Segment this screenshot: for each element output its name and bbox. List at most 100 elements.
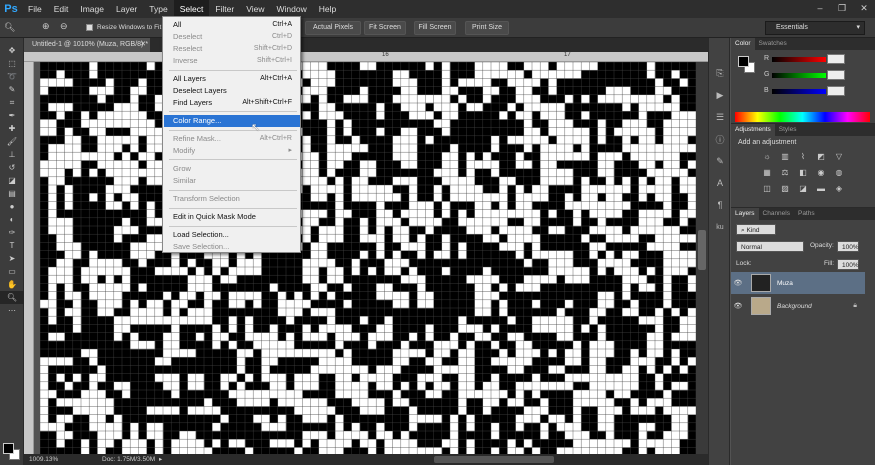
brush-presets-icon[interactable]: ✎ — [709, 150, 731, 172]
menu-item-deselect[interactable]: Deselect Ctrl+D — [164, 31, 300, 43]
fill-screen-button[interactable]: Fill Screen — [414, 21, 456, 35]
fg-color-chip[interactable] — [738, 56, 749, 67]
menu-item-modify[interactable]: Modify ▸ — [164, 145, 300, 157]
marquee-tool-icon[interactable]: ⬚ — [0, 57, 24, 70]
properties-icon[interactable]: ☰ — [709, 106, 731, 128]
paragraph-icon[interactable]: ¶ — [709, 194, 731, 216]
clone-stamp-tool-icon[interactable]: ⊥ — [0, 148, 24, 161]
menu-image[interactable]: Image — [74, 0, 110, 18]
menu-item-load-selection[interactable]: Load Selection... — [164, 229, 300, 241]
swatches-tab[interactable]: Swatches — [755, 38, 791, 50]
vibrance-icon[interactable]: ▽ — [833, 150, 845, 162]
layers-tab[interactable]: Layers — [731, 208, 759, 220]
history-icon[interactable]: ⎘ — [709, 62, 731, 84]
adjustments-tab[interactable]: Adjustments — [731, 124, 775, 136]
menu-item-all[interactable]: All Ctrl+A — [164, 19, 300, 31]
menu-item-edit-in-quick-mask-mode[interactable]: Edit in Quick Mask Mode — [164, 211, 300, 223]
scrollbar-thumb[interactable] — [698, 230, 706, 270]
info-icon[interactable]: ⓘ — [709, 128, 731, 150]
close-icon[interactable]: ✕ — [853, 0, 875, 16]
document-tab[interactable]: Untitled-1 @ 1010% (Muza, RGB/8) * ✕ — [24, 38, 150, 52]
red-value[interactable] — [827, 54, 845, 64]
menu-item-deselect-layers[interactable]: Deselect Layers — [164, 85, 300, 97]
layer-name-muza[interactable]: Muza — [777, 280, 793, 287]
zoom-level[interactable]: 1009.13% — [29, 456, 58, 463]
green-slider[interactable] — [772, 73, 826, 78]
blend-mode-select[interactable]: Normal — [736, 241, 804, 252]
actual-pixels-button[interactable]: Actual Pixels — [305, 21, 361, 35]
status-arrow-icon[interactable]: ▸ — [159, 455, 162, 463]
vertical-scrollbar[interactable] — [696, 62, 708, 454]
blur-tool-icon[interactable]: ● — [0, 200, 24, 213]
color-tab[interactable]: Color — [731, 38, 755, 50]
channel-mixer-icon[interactable]: ◍ — [833, 166, 845, 178]
actions-icon[interactable]: ▶ — [709, 84, 731, 106]
selective-color-icon[interactable]: ◈ — [833, 182, 845, 194]
menu-item-save-selection[interactable]: Save Selection... — [164, 241, 300, 253]
channels-tab[interactable]: Channels — [759, 208, 794, 220]
invert-icon[interactable]: ◫ — [761, 182, 773, 194]
eraser-tool-icon[interactable]: ◪ — [0, 174, 24, 187]
crop-tool-icon[interactable]: ⌗ — [0, 96, 24, 109]
styles-tab[interactable]: Styles — [775, 124, 801, 136]
restore-icon[interactable]: ❐ — [831, 0, 853, 16]
curves-icon[interactable]: ⌇ — [797, 150, 809, 162]
brightness-contrast-icon[interactable]: ☼ — [761, 150, 773, 162]
history-brush-tool-icon[interactable]: ↺ — [0, 161, 24, 174]
type-tool-icon[interactable]: T — [0, 239, 24, 252]
opacity-input[interactable]: 100% — [837, 241, 859, 252]
levels-icon[interactable]: ▥ — [779, 150, 791, 162]
green-value[interactable] — [827, 70, 845, 80]
move-tool-icon[interactable]: ✥ — [0, 44, 24, 57]
close-tab-icon[interactable]: ✕ — [140, 38, 146, 52]
menu-file[interactable]: File — [22, 0, 48, 18]
color-spectrum[interactable] — [735, 112, 870, 122]
menu-item-reselect[interactable]: Reselect Shift+Ctrl+D — [164, 43, 300, 55]
menu-item-inverse[interactable]: Inverse Shift+Ctrl+I — [164, 55, 300, 67]
workspace-select[interactable]: Essentials ▾ — [765, 21, 865, 35]
red-slider[interactable] — [772, 57, 826, 62]
visibility-eye-icon[interactable]: 👁︎ — [731, 302, 745, 310]
gradient-map-icon[interactable]: ▬ — [815, 182, 827, 194]
paths-tab[interactable]: Paths — [794, 208, 819, 220]
path-selection-tool-icon[interactable]: ➤ — [0, 252, 24, 265]
document-canvas[interactable] — [40, 62, 696, 454]
foreground-color-swatch[interactable] — [3, 443, 14, 454]
menu-item-refine-mask[interactable]: Refine Mask... Alt+Ctrl+R — [164, 133, 300, 145]
layer-row-background[interactable]: 👁︎ Background 🔒︎ — [731, 295, 865, 317]
menu-item-find-layers[interactable]: Find Layers Alt+Shift+Ctrl+F — [164, 97, 300, 109]
blue-slider[interactable] — [772, 89, 826, 94]
menu-item-transform-selection[interactable]: Transform Selection — [164, 193, 300, 205]
hue-saturation-icon[interactable]: ▦ — [761, 166, 773, 178]
menu-help[interactable]: Help — [313, 0, 342, 18]
posterize-icon[interactable]: ▨ — [779, 182, 791, 194]
threshold-icon[interactable]: ◪ — [797, 182, 809, 194]
menu-layer[interactable]: Layer — [110, 0, 143, 18]
menu-item-all-layers[interactable]: All Layers Alt+Ctrl+A — [164, 73, 300, 85]
zoom-tool-icon[interactable]: 🔍︎ — [0, 291, 24, 304]
minimize-icon[interactable]: – — [809, 0, 831, 16]
kuler-icon[interactable]: ku — [709, 216, 731, 238]
fill-input[interactable]: 100% — [837, 259, 859, 270]
color-swatches[interactable] — [3, 443, 21, 461]
menu-item-similar[interactable]: Similar — [164, 175, 300, 187]
print-size-button[interactable]: Print Size — [465, 21, 509, 35]
more-tools-icon[interactable]: ⋯ — [0, 304, 24, 317]
menu-item-color-range[interactable]: Color Range... — [164, 115, 300, 127]
healing-brush-tool-icon[interactable]: ✚ — [0, 122, 24, 135]
layer-filter-select[interactable]: ⌕ Kind — [736, 224, 776, 235]
character-icon[interactable]: A — [709, 172, 731, 194]
layer-row-muza[interactable]: 👁︎ Muza — [731, 272, 865, 294]
brush-tool-icon[interactable]: 🖌︎ — [0, 135, 24, 148]
gradient-tool-icon[interactable]: ▤ — [0, 187, 24, 200]
menu-item-grow[interactable]: Grow — [164, 163, 300, 175]
quick-select-tool-icon[interactable]: ✎ — [0, 83, 24, 96]
visibility-eye-icon[interactable]: 👁︎ — [731, 279, 745, 287]
hand-tool-icon[interactable]: ✋ — [0, 278, 24, 291]
photo-filter-icon[interactable]: ◉ — [815, 166, 827, 178]
shape-tool-icon[interactable]: ▭ — [0, 265, 24, 278]
eyedropper-tool-icon[interactable]: ✒ — [0, 109, 24, 122]
layer-name-background[interactable]: Background — [777, 303, 812, 310]
exposure-icon[interactable]: ◩ — [815, 150, 827, 162]
resize-windows-checkbox[interactable] — [86, 24, 93, 31]
